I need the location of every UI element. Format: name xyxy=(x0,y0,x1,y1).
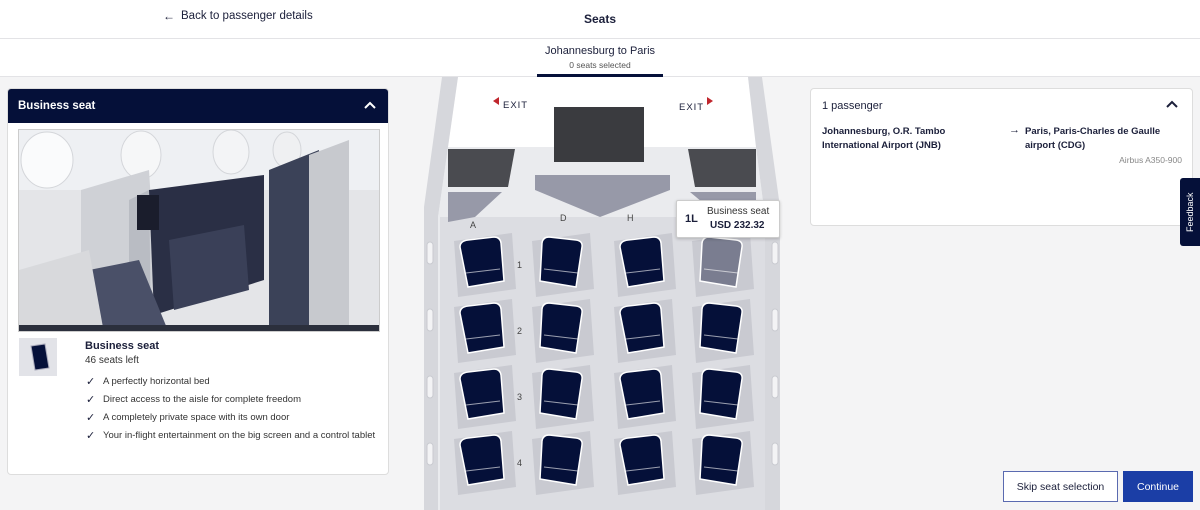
seat-3l[interactable] xyxy=(699,368,743,420)
seat-map: EXIT EXIT A D H 1 2 3 4 1L Business seat… xyxy=(420,77,785,510)
seat-2a[interactable] xyxy=(459,302,505,354)
row-label-4: 4 xyxy=(517,458,522,468)
column-label-a: A xyxy=(470,220,476,230)
column-label-h: H xyxy=(627,213,634,223)
destination-airport: Paris, Paris-Charles de Gaulle airport (… xyxy=(1025,126,1161,151)
check-icon: ✓ xyxy=(86,430,96,442)
chevron-up-icon xyxy=(364,100,376,112)
seat-1h[interactable] xyxy=(619,236,665,288)
check-icon: ✓ xyxy=(86,412,96,424)
aircraft-type: Airbus A350-900 xyxy=(1119,155,1182,165)
column-label-d: D xyxy=(560,213,567,223)
tab-flight[interactable]: Johannesburg to Paris 0 seats selected xyxy=(537,39,663,77)
exit-right-label: EXIT xyxy=(679,102,704,113)
passenger-count: 1 passenger xyxy=(822,100,883,112)
seat-2d[interactable] xyxy=(539,302,583,354)
chevron-up-icon[interactable] xyxy=(1166,99,1178,111)
feature-item: ✓ A completely private space with its own… xyxy=(86,409,376,427)
tooltip-seat-id: 1L xyxy=(685,213,698,225)
seat-4h[interactable] xyxy=(619,434,665,486)
flight-tab-bar: Johannesburg to Paris 0 seats selected xyxy=(0,39,1200,77)
check-icon: ✓ xyxy=(86,394,96,406)
seat-3a[interactable] xyxy=(459,368,505,420)
tooltip-seat-price: USD 232.32 xyxy=(710,220,765,231)
bulkhead-right xyxy=(688,149,756,187)
row-label-1: 1 xyxy=(517,260,522,270)
feature-list: ✓ A perfectly horizontal bed ✓ Direct acce… xyxy=(86,373,376,445)
feedback-tab[interactable]: Feedback xyxy=(1180,178,1200,246)
row-label-3: 3 xyxy=(517,392,522,402)
seat-3h[interactable] xyxy=(619,368,665,420)
seat-2l[interactable] xyxy=(699,302,743,354)
seat-info-panel: Business seat Business seat 46 seats lef… xyxy=(7,88,389,475)
seat-1l[interactable] xyxy=(699,236,743,288)
tab-seats-selected: 0 seats selected xyxy=(569,60,631,70)
arrow-right-icon: → xyxy=(1009,124,1020,136)
feature-item: ✓ Your in-flight entertainment on the big… xyxy=(86,427,376,445)
top-bar: ← Back to passenger details Seats xyxy=(0,0,1200,39)
continue-button[interactable]: Continue xyxy=(1123,471,1193,502)
origin-airport: Johannesburg, O.R. Tambo International A… xyxy=(822,126,946,151)
galley-block xyxy=(554,107,644,162)
tooltip-seat-class: Business seat xyxy=(707,206,770,217)
passenger-panel: 1 passenger Johannesburg, O.R. Tambo Int… xyxy=(810,88,1193,226)
seat-type-name: Business seat xyxy=(85,340,159,352)
feature-item: ✓ A perfectly horizontal bed xyxy=(86,373,376,391)
seat-4l[interactable] xyxy=(699,434,743,486)
seat-3d[interactable] xyxy=(539,368,583,420)
seat-4a[interactable] xyxy=(459,434,505,486)
tab-route: Johannesburg to Paris xyxy=(544,45,656,57)
feature-item: ✓ Direct access to the aisle for complete… xyxy=(86,391,376,409)
bulkhead-left xyxy=(448,149,515,187)
seat-tooltip: 1L Business seat USD 232.32 xyxy=(676,200,780,238)
page-title: Seats xyxy=(583,12,617,26)
check-icon: ✓ xyxy=(86,376,96,388)
skip-seat-selection-button[interactable]: Skip seat selection xyxy=(1003,471,1118,502)
seat-1d[interactable] xyxy=(539,236,583,288)
seat-thumbnail xyxy=(19,338,57,376)
row-label-2: 2 xyxy=(517,326,522,336)
seat-info-header[interactable]: Business seat xyxy=(8,89,388,123)
seat-1a[interactable] xyxy=(459,236,505,288)
exit-left-label: EXIT xyxy=(503,100,528,111)
seats-left-count: 46 seats left xyxy=(85,355,139,366)
seat-2h[interactable] xyxy=(619,302,665,354)
business-seat-photo xyxy=(18,129,380,332)
seat-4d[interactable] xyxy=(539,434,583,486)
seat-info-title: Business seat xyxy=(18,100,96,112)
